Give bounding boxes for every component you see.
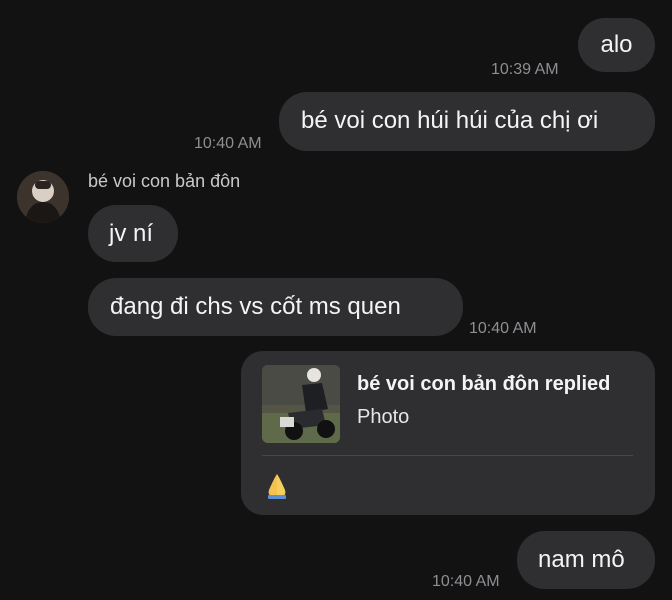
message-bubble-outgoing[interactable]: nam mô [517, 531, 655, 589]
reply-photo-thumbnail[interactable] [262, 365, 340, 443]
message-timestamp: 10:40 AM [432, 573, 500, 590]
message-timestamp: 10:40 AM [194, 135, 262, 152]
message-text: jv ní [109, 220, 154, 247]
message-text: đang đi chs vs cốt ms quen [110, 293, 401, 320]
message-bubble-outgoing[interactable]: alo [578, 18, 655, 72]
message-timestamp: 10:39 AM [491, 61, 559, 78]
motorbike-photo [262, 365, 340, 443]
folded-hands-icon [262, 471, 292, 501]
sender-avatar[interactable] [17, 171, 69, 223]
message-text: bé voi con húi húi của chị ơi [301, 107, 599, 134]
message-bubble-outgoing[interactable]: bé voi con húi húi của chị ơi [279, 92, 655, 151]
message-text: alo [600, 31, 633, 58]
message-bubble-incoming[interactable]: jv ní [88, 205, 178, 262]
avatar-photo [17, 171, 69, 223]
reply-subtitle: Photo [357, 406, 410, 428]
message-bubble-incoming[interactable]: đang đi chs vs cốt ms quen [88, 278, 463, 336]
reply-divider [262, 455, 633, 456]
message-text: nam mô [538, 546, 625, 573]
reply-title: bé voi con bản đôn replied [357, 373, 611, 395]
message-timestamp: 10:40 AM [469, 320, 537, 337]
story-reply-card[interactable]: bé voi con bản đôn replied Photo [241, 351, 655, 515]
sender-name: bé voi con bản đôn [88, 171, 241, 191]
